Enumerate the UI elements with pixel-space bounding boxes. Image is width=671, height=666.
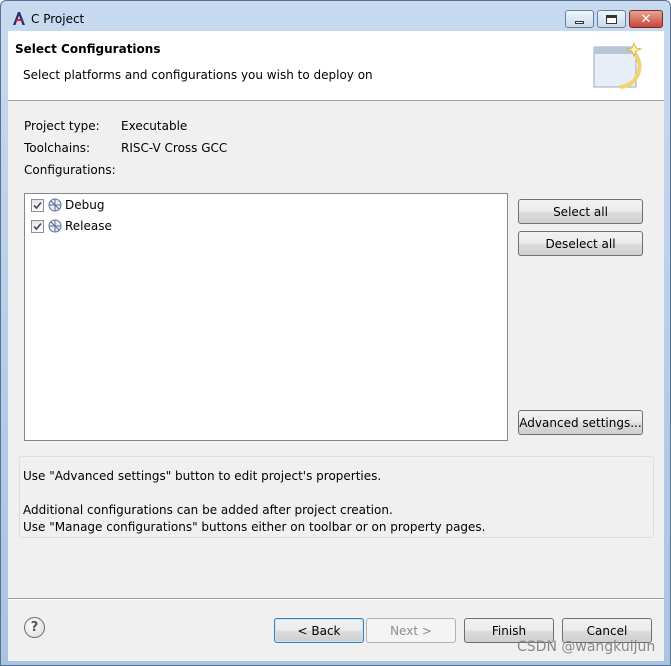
maximize-icon [606,14,617,24]
checkbox-release[interactable] [31,219,44,233]
list-item-debug[interactable]: Debug [31,196,104,214]
message-line-2: Additional configurations can be added a… [23,503,393,517]
wizard-banner-icon [592,41,648,96]
minimize-icon [575,20,584,24]
back-button[interactable]: < Back [274,618,364,643]
configurations-list[interactable]: Debug Release [24,193,508,441]
message-line-1: Use "Advanced settings" button to edit p… [23,469,382,483]
list-item-release[interactable]: Release [31,217,112,235]
watermark-text: CSDN @wangkuijun [517,639,656,655]
title-bar[interactable]: C Project ✕ [1,1,670,31]
minimize-button[interactable] [565,10,594,28]
config-label-debug: Debug [65,198,105,212]
message-line-3: Use "Manage configurations" buttons eith… [23,520,486,534]
project-type-value: Executable [121,119,188,133]
deselect-all-button[interactable]: Deselect all [518,231,643,256]
help-button[interactable]: ? [24,617,45,638]
dialog-window: C Project ✕ Select Configurations Select… [0,0,671,666]
footer-separator [8,598,664,600]
wizard-banner: Select Configurations Select platforms a… [8,31,664,101]
config-label-release: Release [65,219,112,233]
project-type-label: Project type: [24,119,100,133]
build-config-icon [48,198,62,212]
help-icon: ? [30,620,39,635]
build-config-icon [48,219,62,233]
close-icon: ✕ [640,11,652,27]
window-title: C Project [31,12,85,26]
close-button[interactable]: ✕ [629,10,663,28]
page-title: Select Configurations [15,42,161,56]
dialog-client-area: Select Configurations Select platforms a… [8,31,664,661]
toolchains-value: RISC-V Cross GCC [121,141,228,155]
checkmark-icon [33,201,42,209]
message-panel: Use "Advanced settings" button to edit p… [19,456,654,538]
next-button[interactable]: Next > [366,618,456,643]
toolchains-label: Toolchains: [24,141,91,155]
page-description: Select platforms and configurations you … [23,68,373,82]
select-all-button[interactable]: Select all [518,199,643,224]
advanced-settings-button[interactable]: Advanced settings... [518,410,643,435]
eclipse-cdt-icon [11,10,27,26]
checkmark-icon [33,222,42,230]
configurations-label: Configurations: [24,163,116,177]
checkbox-debug[interactable] [31,198,44,212]
maximize-button[interactable] [597,10,626,28]
